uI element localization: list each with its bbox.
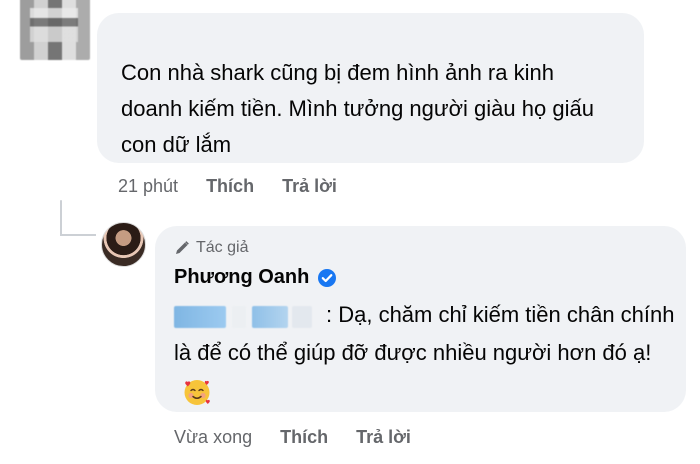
author-name-row: Phương Oanh xyxy=(174,266,337,289)
reply-timestamp[interactable]: Vừa xong xyxy=(174,427,252,448)
author-badge: Tác giả xyxy=(174,239,248,257)
thread-connector-vertical xyxy=(60,200,62,236)
mention-tag-redacted[interactable] xyxy=(174,302,322,330)
comment-timestamp[interactable]: 21 phút xyxy=(118,176,178,197)
commenter-avatar-blurred[interactable] xyxy=(20,0,90,60)
pencil-icon xyxy=(176,241,189,254)
comment-bubble: Con nhà shark cũng bị đem hình ảnh ra ki… xyxy=(97,13,644,163)
reply-body: : Dạ, chăm chỉ kiếm tiền chân chính là đ… xyxy=(174,296,679,410)
like-button[interactable]: Thích xyxy=(280,427,328,448)
reply-button[interactable]: Trả lời xyxy=(282,176,337,197)
verified-badge-icon xyxy=(318,268,337,287)
thread-connector-horizontal xyxy=(60,234,96,236)
reply-actions: Vừa xong Thích Trả lời xyxy=(174,427,411,448)
comment-actions: 21 phút Thích Trả lời xyxy=(118,176,337,197)
like-button[interactable]: Thích xyxy=(206,176,254,197)
comment-text: Con nhà shark cũng bị đem hình ảnh ra ki… xyxy=(121,60,594,157)
author-badge-label: Tác giả xyxy=(196,239,249,256)
reply-button[interactable]: Trả lời xyxy=(356,427,411,448)
author-name[interactable]: Phương Oanh xyxy=(174,266,309,289)
reply-bubble: Tác giả Phương Oanh : Dạ, chăm chỉ kiếm … xyxy=(155,226,686,412)
smiling-face-with-hearts-icon xyxy=(184,380,210,406)
author-avatar[interactable] xyxy=(101,222,146,267)
